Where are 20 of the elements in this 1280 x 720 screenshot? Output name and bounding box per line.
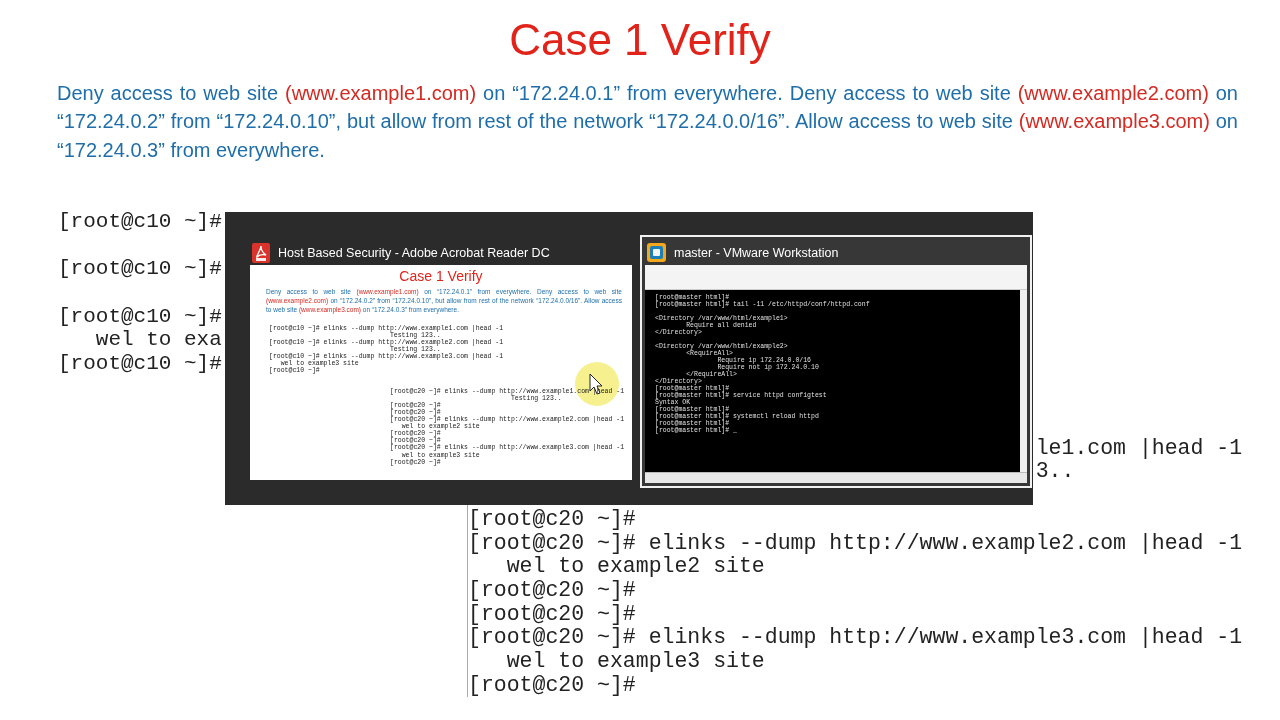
terminal-line: [root@c20 ~]#	[468, 601, 636, 626]
window-title: Host Based Security - Adobe Acrobat Reader DC	[278, 245, 550, 260]
terminal-line: [root@c20 ~]#	[468, 506, 636, 531]
terminal-line: wel to example3 site	[506, 648, 765, 673]
terminal-line: wel to exa	[95, 328, 222, 352]
terminal-line: [root@c20 ~]#	[468, 672, 636, 697]
terminal-line: le1.com |head -1	[1035, 435, 1243, 460]
window-title: master - VMware Workstation	[674, 245, 839, 260]
preview-title: Case 1 Verify	[398, 267, 484, 285]
terminal-line: [root@c10 ~]#	[58, 257, 222, 281]
terminal-line: 3..	[1035, 459, 1075, 484]
terminal-line: [root@c20 ~]# elinks --dump http://www.example3.com |head -1	[468, 625, 1243, 650]
terminal-line: [root@c10 ~]#	[58, 209, 222, 233]
slide-description: Deny access to web site (www.example1.com) on “172.24.0.1” from everywhere. Deny access to web site (www.example2.com) on “172.24.0.2” from “172.24.0.10”, but allow from rest of the network “172.24.0.0/16”. Allow access to web site (www.example3.com) on “172.24.0.3” from everywhere.	[57, 80, 1238, 163]
terminal-line: [root@c10 ~]#	[58, 304, 222, 328]
slide-title: Case 1 Verify	[508, 14, 772, 66]
terminal-line: [root@c20 ~]# elinks --dump http://www.example2.com |head -1	[468, 530, 1243, 555]
terminal-line: wel to example2 site	[506, 554, 765, 579]
terminal-line: [root@c10 ~]#	[58, 352, 222, 376]
terminal-line: [root@c20 ~]#	[468, 577, 636, 602]
